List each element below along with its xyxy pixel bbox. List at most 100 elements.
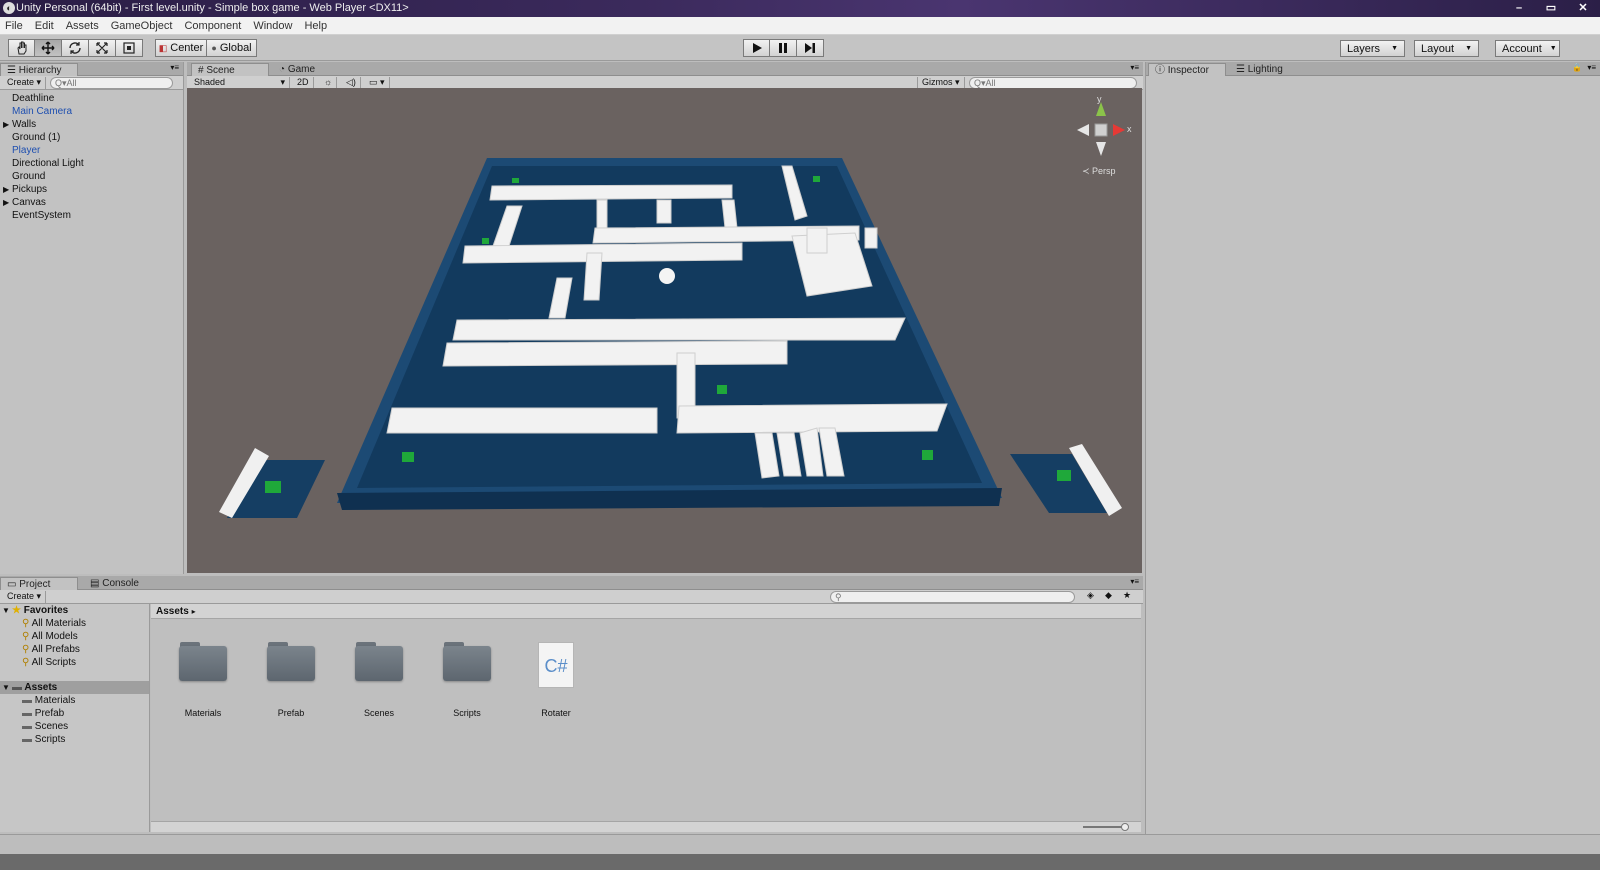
collapse-arrow-icon[interactable]: ▼ [2,681,10,694]
search-icon: ⚲ [835,592,842,602]
expand-arrow-icon[interactable]: ▶ [3,118,9,131]
speaker-icon: ◁) [346,77,356,87]
pivot-center-button[interactable]: ◧ Center [155,39,207,57]
panel-menu-icon[interactable]: ▾≡ [1130,63,1139,72]
rotate-icon [69,42,81,54]
favorite-all-prefabs[interactable]: ⚲ All Prefabs [0,643,149,656]
hierarchy-item-directional-light[interactable]: Directional Light [0,157,183,170]
favorite-label: All Scripts [31,657,77,668]
hierarchy-item-ground[interactable]: Ground [0,170,183,183]
search-icon: ⚲ [22,657,30,668]
slider-handle[interactable] [1121,823,1129,831]
gizmo-x-label: x [1127,124,1132,134]
tab-project[interactable]: ▭ Project [0,577,78,590]
tab-lighting-label: Lighting [1247,64,1283,75]
menu-file[interactable]: File [5,20,23,32]
project-tree: ▼ ★ Favorites ⚲ All Materials ⚲ All Mode… [0,604,150,832]
rect-tool-button[interactable] [116,39,143,57]
hierarchy-item-label: Ground (1) [12,132,61,143]
hierarchy-tabstrip: ☰ Hierarchy ▾≡ [0,62,183,76]
persp-label[interactable]: ≺ Persp [1082,166,1116,177]
step-button[interactable] [797,39,824,57]
tab-lighting[interactable]: ☰ Lighting [1230,63,1289,76]
rotate-tool-button[interactable] [62,39,89,57]
favorite-all-materials[interactable]: ⚲ All Materials [0,617,149,630]
hierarchy-item-eventsystem[interactable]: EventSystem [0,209,183,222]
project-toolbar: Create ▾ ⚲ ◈ ◆ ★ [0,590,1143,604]
hierarchy-item-walls[interactable]: ▶ Walls [0,118,183,131]
breadcrumb[interactable]: Assets ▸ [151,604,1141,619]
panel-menu-icon[interactable]: ▾≡ [1587,63,1596,72]
space-global-button[interactable]: ● Global [207,39,257,57]
tab-game[interactable]: ◔ Game [273,63,321,76]
menu-window[interactable]: Window [253,20,292,32]
expand-arrow-icon[interactable]: ▶ [3,183,9,196]
project-search-input[interactable]: ⚲ [830,591,1075,603]
panel-menu-icon[interactable]: ▾≡ [170,63,179,72]
scene-orientation-gizmo[interactable] [1077,102,1125,156]
hierarchy-item-pickups[interactable]: ▶ Pickups [0,183,183,196]
menu-gameobject[interactable]: GameObject [111,20,173,32]
collapse-arrow-icon[interactable]: ▼ [2,604,10,617]
tree-folder-label: Materials [34,695,76,706]
star-favorite-icon[interactable]: ★ [1123,590,1131,601]
minimize-button[interactable]: – [1510,0,1528,17]
favorite-all-models[interactable]: ⚲ All Models [0,630,149,643]
tree-folder-materials[interactable]: ▬ Materials [0,694,149,707]
hierarchy-search-input[interactable]: Q▾All [50,77,173,89]
asset-script-rotater[interactable]: C# Rotater [521,642,591,718]
asset-folder-scripts[interactable]: Scripts [432,642,502,718]
asset-label: Rotater [541,708,571,718]
hierarchy-item-label: Directional Light [12,158,84,169]
hierarchy-item-main-camera[interactable]: Main Camera [0,105,183,118]
pause-button[interactable] [770,39,797,57]
layers-dropdown[interactable]: Layers ▼ [1340,40,1405,57]
menu-component[interactable]: Component [184,20,241,32]
account-dropdown[interactable]: Account ▼ [1495,40,1560,57]
tab-inspector-label: Inspector [1167,65,1209,76]
filter-by-type-icon[interactable]: ◈ [1087,590,1094,601]
layout-dropdown[interactable]: Layout ▼ [1414,40,1479,57]
favorites-header[interactable]: ▼ ★ Favorites [0,604,149,617]
hierarchy-item-deathline[interactable]: Deathline [0,92,183,105]
expand-arrow-icon[interactable]: ▶ [3,196,9,209]
tree-folder-scenes[interactable]: ▬ Scenes [0,720,149,733]
play-button[interactable] [743,39,770,57]
layout-label: Layout [1421,42,1455,55]
tree-folder-prefab[interactable]: ▬ Prefab [0,707,149,720]
right-pickup [1057,470,1071,481]
menu-help[interactable]: Help [304,20,327,32]
hierarchy-item-ground-1[interactable]: Ground (1) [0,131,183,144]
hierarchy-item-player[interactable]: Player [0,144,183,157]
favorite-all-scripts[interactable]: ⚲ All Scripts [0,656,149,669]
scale-tool-button[interactable] [89,39,116,57]
step-icon [805,43,815,53]
hierarchy-create-dropdown[interactable]: Create ▾ [3,77,47,89]
toolbar: ◧ Center ● Global Layers ▼ Layout ▼ Accoun… [0,35,1600,61]
hierarchy-item-canvas[interactable]: ▶ Canvas [0,196,183,209]
tab-inspector[interactable]: ⓘ Inspector [1148,63,1226,76]
asset-folder-prefab[interactable]: Prefab [256,642,326,718]
assets-root[interactable]: ▼ ▬ Assets [0,681,149,694]
asset-folder-materials[interactable]: Materials [168,642,238,718]
close-button[interactable]: ✕ [1574,0,1592,17]
favorite-label: All Materials [31,618,87,629]
filter-by-label-icon[interactable]: ◆ [1105,590,1112,601]
scene-viewport[interactable]: y x ≺ Persp [187,88,1142,573]
tab-console[interactable]: ▤ Console [84,577,145,590]
project-create-dropdown[interactable]: Create ▾ [3,591,47,603]
scene-panel-header: # Scene ◔ Game ▾≡ Shaded ▾ 2D ☼ ◁) ▭ ▾ Gi… [187,62,1143,90]
tab-hierarchy[interactable]: ☰ Hierarchy [0,63,78,76]
move-tool-button[interactable] [35,39,62,57]
menu-assets[interactable]: Assets [66,20,99,32]
asset-folder-scenes[interactable]: Scenes [344,642,414,718]
persp-label-text: Persp [1092,166,1116,176]
hand-tool-button[interactable] [8,39,35,57]
panel-menu-icon[interactable]: ▾≡ [1130,577,1139,586]
favorites-label: Favorites [23,605,69,616]
tab-scene[interactable]: # Scene [191,63,269,76]
lock-icon[interactable]: 🔒 [1572,63,1582,72]
tree-folder-scripts[interactable]: ▬ Scripts [0,733,149,746]
menu-edit[interactable]: Edit [35,20,54,32]
maximize-button[interactable]: ▭ [1542,0,1560,17]
